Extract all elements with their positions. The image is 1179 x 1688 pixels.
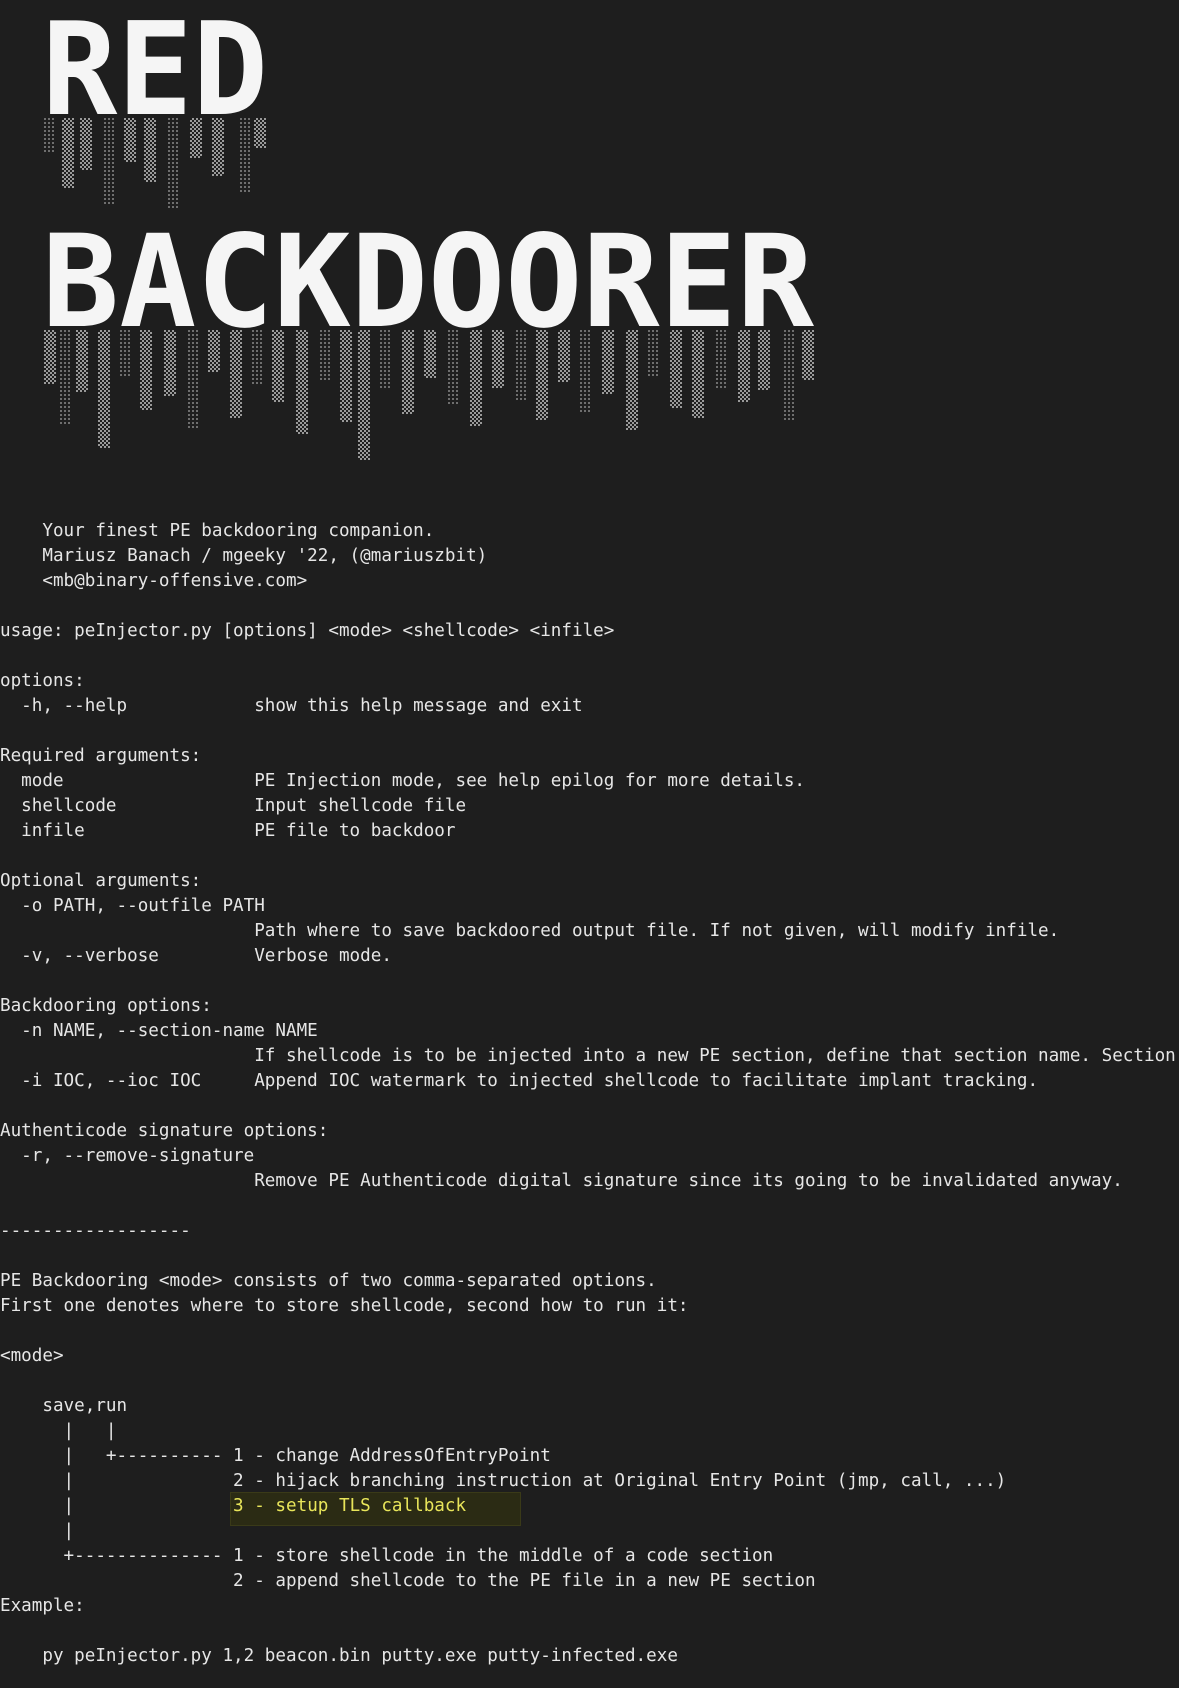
banner-word-backdoorer: BACKDOORER	[42, 208, 815, 357]
optional-heading: Optional arguments:	[0, 871, 202, 891]
example-heading: Example:	[0, 1596, 85, 1616]
section-name-description: If shellcode is to be injected into a ne…	[0, 1046, 1176, 1066]
tree-line: | |	[0, 1421, 117, 1441]
outfile-option: -o PATH, --outfile PATH	[0, 896, 265, 916]
remove-signature-option: -r, --remove-signature	[0, 1146, 255, 1166]
options-heading: options:	[0, 671, 85, 691]
save-run-line: save,run	[0, 1396, 128, 1416]
terminal-window: RED BACKDOORER Your finest PE backdoorin…	[0, 0, 1179, 1688]
remove-signature-description: Remove PE Authenticode digital signature…	[0, 1171, 1123, 1191]
tree-prefix: |	[0, 1496, 234, 1516]
section-name-option: -n NAME, --section-name NAME	[0, 1021, 318, 1041]
mode-arg: mode PE Injection mode, see help epilog …	[0, 771, 806, 791]
banner-word-red: RED	[42, 14, 268, 145]
help-option: -h, --help show this help message and ex…	[0, 696, 583, 716]
epilog-line-1: PE Backdooring <mode> consists of two co…	[0, 1271, 657, 1291]
email-line: <mb@binary-offensive.com>	[0, 571, 308, 591]
separator: ------------------	[0, 1221, 191, 1241]
mode-tag: <mode>	[0, 1346, 64, 1366]
shellcode-arg: shellcode Input shellcode file	[0, 796, 467, 816]
verbose-option: -v, --verbose Verbose mode.	[0, 946, 392, 966]
tagline: Your finest PE backdooring companion.	[0, 521, 435, 541]
highlighted-text: 3 - setup TLS callback	[233, 1496, 467, 1516]
run-option-2: | 2 - hijack branching instruction at Or…	[0, 1471, 1007, 1491]
usage-line: usage: peInjector.py [options] <mode> <s…	[0, 621, 615, 641]
run-option-1: | +---------- 1 - change AddressOfEntryP…	[0, 1446, 551, 1466]
example-command: py peInjector.py 1,2 beacon.bin putty.ex…	[0, 1646, 678, 1666]
save-option-1: +-------------- 1 - store shellcode in t…	[0, 1546, 774, 1566]
required-heading: Required arguments:	[0, 746, 202, 766]
outfile-description: Path where to save backdoored output fil…	[0, 921, 1060, 941]
ioc-option: -i IOC, --ioc IOC Append IOC watermark t…	[0, 1071, 1039, 1091]
tree-line-2: |	[0, 1521, 75, 1541]
author-line: Mariusz Banach / mgeeky '22, (@mariuszbi…	[0, 546, 488, 566]
authenticode-heading: Authenticode signature options:	[0, 1121, 329, 1141]
backdooring-heading: Backdooring options:	[0, 996, 212, 1016]
red-backdoorer-banner: RED BACKDOORER	[42, 14, 815, 460]
save-option-2: 2 - append shellcode to the PE file in a…	[0, 1571, 816, 1591]
infile-arg: infile PE file to backdoor	[0, 821, 456, 841]
epilog-line-2: First one denotes where to store shellco…	[0, 1296, 689, 1316]
run-option-3: | 3 - setup TLS callback	[0, 1494, 467, 1519]
